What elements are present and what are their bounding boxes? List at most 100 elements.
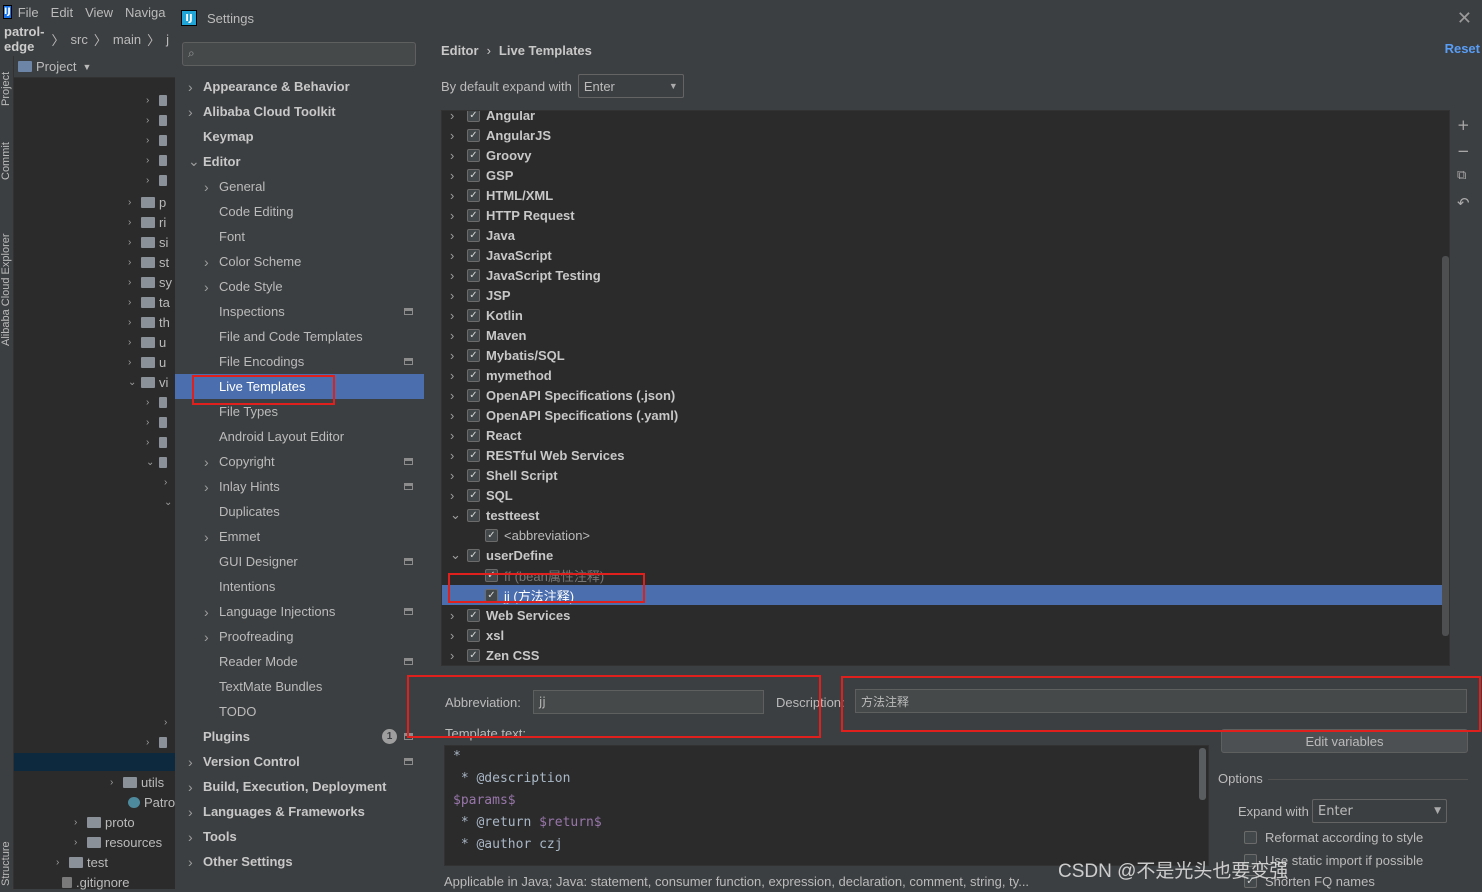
- nav-item[interactable]: › Emmet: [175, 524, 424, 549]
- template-checkbox[interactable]: ✓: [467, 308, 480, 322]
- chevron-right-icon[interactable]: ›: [450, 448, 454, 463]
- chevron-down-icon[interactable]: ⌄: [450, 547, 461, 563]
- tree-row[interactable]: › si: [128, 232, 168, 252]
- chevron-right-icon[interactable]: ›: [450, 388, 454, 403]
- nav-item[interactable]: GUI Designer: [175, 549, 424, 574]
- template-checkbox[interactable]: ✓: [467, 368, 480, 382]
- template-checkbox[interactable]: ✓: [467, 148, 480, 162]
- template-group[interactable]: › ✓ mymethod: [442, 365, 1449, 385]
- template-group[interactable]: › ✓ Angular: [442, 111, 1449, 125]
- tree-row[interactable]: › test: [56, 852, 108, 872]
- nav-item[interactable]: Code Editing: [175, 199, 424, 224]
- tree-row[interactable]: › ta: [128, 292, 170, 312]
- nav-item[interactable]: › Alibaba Cloud Toolkit: [175, 99, 424, 124]
- chevron-right-icon[interactable]: ›: [450, 488, 454, 503]
- template-group[interactable]: › ✓ JSP: [442, 285, 1449, 305]
- chevron-right-icon[interactable]: ›: [450, 248, 454, 263]
- tree-row[interactable]: ›: [164, 472, 173, 492]
- chevron-right-icon[interactable]: ›: [450, 308, 454, 323]
- tree-row[interactable]: ›: [164, 712, 173, 732]
- chevron-right-icon[interactable]: ›: [204, 604, 209, 620]
- chevron-down-icon[interactable]: ⌄: [188, 153, 200, 170]
- tab-commit[interactable]: Commit: [0, 142, 12, 180]
- nav-item[interactable]: TODO: [175, 699, 424, 724]
- tab-alibaba-cloud-explorer[interactable]: Alibaba Cloud Explorer: [0, 233, 12, 346]
- template-group[interactable]: ⌄ ✓ testteest: [442, 505, 1449, 525]
- nav-item[interactable]: › Build, Execution, Deployment: [175, 774, 424, 799]
- menu-view[interactable]: View: [85, 5, 113, 20]
- edit-variables-button[interactable]: Edit variables: [1221, 729, 1468, 753]
- breadcrumb-src[interactable]: src: [71, 32, 88, 47]
- reset-link[interactable]: Reset: [1445, 41, 1480, 56]
- menu-navigate[interactable]: Naviga: [125, 5, 165, 20]
- template-checkbox[interactable]: ✓: [467, 408, 480, 422]
- chevron-right-icon[interactable]: ›: [450, 348, 454, 363]
- nav-item[interactable]: › Appearance & Behavior: [175, 74, 424, 99]
- chevron-right-icon[interactable]: ›: [188, 779, 193, 795]
- chevron-right-icon[interactable]: ›: [450, 111, 454, 123]
- tree-scrollbar[interactable]: [1442, 256, 1449, 636]
- template-group[interactable]: › ✓ Kotlin: [442, 305, 1449, 325]
- chevron-right-icon[interactable]: ›: [204, 179, 209, 195]
- template-checkbox[interactable]: ✓: [467, 608, 480, 622]
- chevron-right-icon[interactable]: ›: [450, 328, 454, 343]
- chevron-right-icon[interactable]: ›: [188, 79, 193, 95]
- chevron-right-icon[interactable]: ›: [450, 208, 454, 223]
- chevron-right-icon[interactable]: ›: [450, 128, 454, 143]
- template-group[interactable]: › ✓ Groovy: [442, 145, 1449, 165]
- nav-item[interactable]: Intentions: [175, 574, 424, 599]
- template-text-editor[interactable]: * * @description $params$ * @return $ret…: [444, 745, 1209, 866]
- editor-scrollbar[interactable]: [1199, 748, 1206, 800]
- template-group[interactable]: › ✓ GSP: [442, 165, 1449, 185]
- add-icon[interactable]: +: [1457, 116, 1470, 134]
- chevron-right-icon[interactable]: ›: [188, 104, 193, 120]
- template-group[interactable]: ⌄ ✓ userDefine: [442, 545, 1449, 565]
- template-group[interactable]: › ✓ Java: [442, 225, 1449, 245]
- nav-item[interactable]: ⌄ Editor: [175, 149, 424, 174]
- breadcrumb-java[interactable]: j: [166, 32, 169, 47]
- template-checkbox[interactable]: ✓: [467, 348, 480, 362]
- template-checkbox[interactable]: ✓: [467, 328, 480, 342]
- undo-icon[interactable]: ↶: [1457, 194, 1470, 212]
- template-checkbox[interactable]: ✓: [467, 448, 480, 462]
- tree-row[interactable]: ›: [146, 110, 171, 130]
- expand-with-select[interactable]: Enter ▼: [1312, 799, 1447, 823]
- chevron-right-icon[interactable]: ›: [450, 408, 454, 423]
- nav-item[interactable]: › Language Injections: [175, 599, 424, 624]
- nav-item[interactable]: › General: [175, 174, 424, 199]
- template-group[interactable]: › ✓ React: [442, 425, 1449, 445]
- nav-item[interactable]: › Inlay Hints: [175, 474, 424, 499]
- chevron-right-icon[interactable]: ›: [188, 829, 193, 845]
- nav-item[interactable]: › Color Scheme: [175, 249, 424, 274]
- tree-row[interactable]: ⌄ vi: [128, 372, 168, 392]
- tree-row[interactable]: › p: [128, 192, 166, 212]
- template-checkbox[interactable]: ✓: [467, 488, 480, 502]
- tree-row[interactable]: › u: [128, 332, 166, 352]
- nav-item[interactable]: Plugins 1: [175, 724, 424, 749]
- tree-row[interactable]: .gitignore: [58, 872, 129, 892]
- tree-row[interactable]: › utils: [110, 772, 164, 792]
- nav-item[interactable]: › Languages & Frameworks: [175, 799, 424, 824]
- chevron-right-icon[interactable]: ›: [188, 804, 193, 820]
- nav-item[interactable]: › Copyright: [175, 449, 424, 474]
- tree-row[interactable]: › sy: [128, 272, 172, 292]
- template-checkbox[interactable]: ✓: [485, 528, 498, 542]
- template-checkbox[interactable]: ✓: [467, 428, 480, 442]
- chevron-right-icon[interactable]: ›: [204, 629, 209, 645]
- template-item[interactable]: ✓ <abbreviation>: [442, 525, 1449, 545]
- template-checkbox[interactable]: ✓: [467, 168, 480, 182]
- search-input[interactable]: ⌕: [182, 42, 416, 66]
- nav-item[interactable]: Inspections: [175, 299, 424, 324]
- tree-row[interactable]: ›: [146, 412, 171, 432]
- tab-structure[interactable]: Structure: [0, 841, 12, 886]
- template-group[interactable]: › ✓ Web Services: [442, 605, 1449, 625]
- nav-item[interactable]: File and Code Templates: [175, 324, 424, 349]
- template-checkbox[interactable]: ✓: [467, 288, 480, 302]
- template-checkbox[interactable]: ✓: [467, 128, 480, 142]
- chevron-right-icon[interactable]: ›: [450, 468, 454, 483]
- chevron-right-icon[interactable]: ›: [450, 268, 454, 283]
- template-group[interactable]: › ✓ AngularJS: [442, 125, 1449, 145]
- chevron-right-icon[interactable]: ›: [204, 529, 209, 545]
- template-checkbox[interactable]: ✓: [467, 648, 480, 662]
- nav-item[interactable]: Android Layout Editor: [175, 424, 424, 449]
